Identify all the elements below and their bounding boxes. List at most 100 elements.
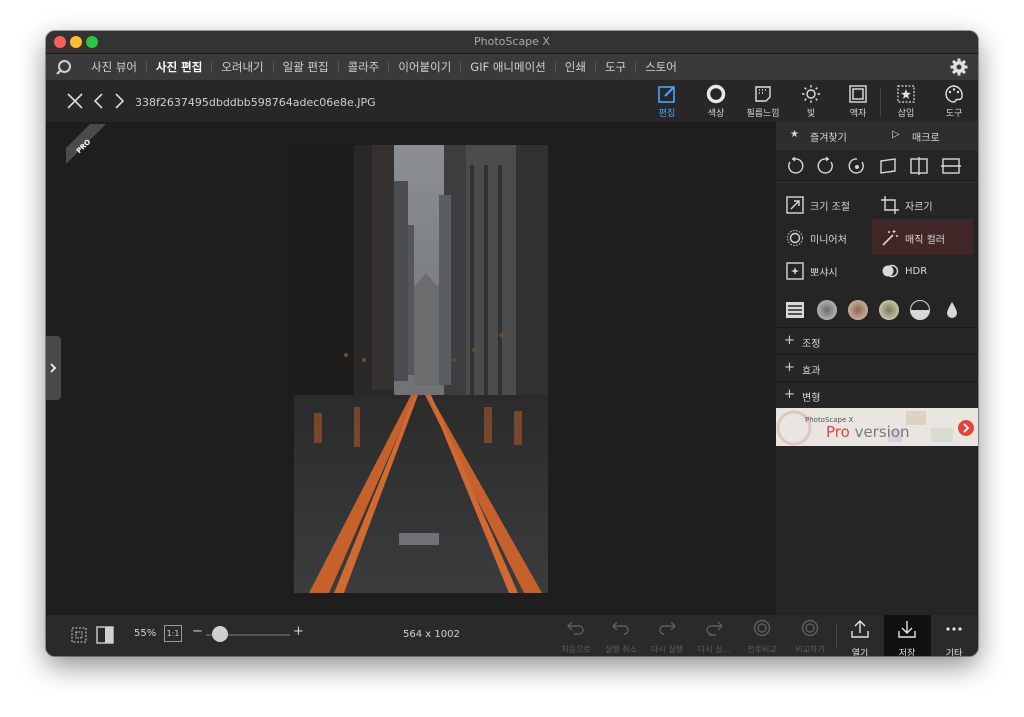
- menu-store[interactable]: 스토어: [635, 61, 686, 73]
- flip-vertical-icon[interactable]: [941, 156, 961, 176]
- open-button[interactable]: 열기: [837, 619, 883, 656]
- editor-toolbar: 338f2637495dbddbb598764adec06e8e.JPG 편집 …: [46, 80, 978, 122]
- macro-button[interactable]: 매크로: [912, 129, 940, 144]
- menu-combine[interactable]: 이어붙이기: [388, 61, 460, 73]
- tab-edit[interactable]: 편집: [646, 84, 688, 119]
- menu-items: 사진 뷰어 사진 편집 오려내기 일괄 편집 콜라주 이어붙이기 GIF 애니메…: [82, 54, 686, 80]
- redo-icon: [659, 621, 676, 635]
- menu-gif-animation[interactable]: GIF 애니메이션: [460, 61, 554, 73]
- bloom-button[interactable]: 뽀샤시: [786, 258, 838, 284]
- redo-all-button[interactable]: 다시 실...: [691, 619, 737, 655]
- crop-label: 자르기: [905, 201, 933, 213]
- hdr-button[interactable]: HDR: [881, 258, 927, 284]
- expand-plus-icon: +: [784, 333, 795, 348]
- resize-button[interactable]: 크기 조절: [786, 192, 850, 218]
- banner-arrow-icon[interactable]: [958, 420, 974, 436]
- hdr-icon: [882, 264, 899, 278]
- miniature-button[interactable]: 미니어처: [786, 225, 847, 251]
- filter-sepia-icon[interactable]: [848, 300, 868, 320]
- tab-frame-label: 액자: [849, 109, 867, 119]
- redo-button[interactable]: 다시 실행: [644, 619, 690, 655]
- crop-icon: [881, 196, 899, 214]
- open-label: 열기: [851, 649, 869, 656]
- filter-half-tone-icon[interactable]: [910, 300, 930, 320]
- menu-tools[interactable]: 도구: [594, 61, 635, 73]
- miniature-icon: [787, 230, 803, 246]
- revert-label: 처음으로: [561, 645, 591, 654]
- before-after-icon: [753, 619, 771, 637]
- favorites-button[interactable]: 즐겨찾기: [810, 129, 847, 144]
- gear-icon[interactable]: [950, 58, 968, 76]
- menu-cut-out[interactable]: 오려내기: [211, 61, 272, 73]
- straighten-icon[interactable]: [878, 156, 898, 176]
- undo-button[interactable]: 실행 취소: [598, 619, 644, 655]
- film-icon: [755, 86, 771, 102]
- section-transform[interactable]: + 변형: [776, 381, 978, 409]
- palette-icon: [945, 85, 963, 103]
- save-label: 저장: [898, 649, 916, 656]
- flip-horizontal-icon[interactable]: [909, 156, 929, 176]
- rotate-right-icon[interactable]: [816, 156, 836, 176]
- section-effects[interactable]: + 효과: [776, 354, 978, 382]
- tab-insert[interactable]: 삽입: [885, 84, 927, 119]
- previous-arrow-icon[interactable]: [90, 92, 108, 110]
- selection-icon[interactable]: [70, 626, 88, 644]
- more-button[interactable]: 기타: [931, 619, 977, 656]
- filter-warm-icon[interactable]: [879, 300, 899, 320]
- zoom-out-button[interactable]: −: [192, 624, 203, 639]
- tab-frame[interactable]: 액자: [837, 84, 879, 119]
- more-dots-icon: [946, 627, 962, 631]
- filter-list-icon[interactable]: [785, 300, 805, 320]
- macro-play-icon[interactable]: ▷: [892, 129, 900, 140]
- title-bar: PhotoScape X: [46, 31, 978, 54]
- sun-icon: [802, 85, 820, 103]
- rotate-left-icon[interactable]: [785, 156, 805, 176]
- tab-light[interactable]: 빛: [790, 84, 832, 119]
- main-menu-bar: 사진 뷰어 사진 편집 오려내기 일괄 편집 콜라주 이어붙이기 GIF 애니메…: [46, 54, 978, 80]
- open-upload-icon: [851, 620, 869, 638]
- file-name: 338f2637495dbddbb598764adec06e8e.JPG: [135, 96, 376, 109]
- tab-tools[interactable]: 도구: [933, 84, 975, 119]
- favorites-star-icon[interactable]: ★: [790, 129, 799, 140]
- zoom-slider-knob[interactable]: [212, 626, 228, 642]
- save-button[interactable]: 저장: [884, 619, 930, 656]
- filter-vignette-icon[interactable]: [817, 300, 837, 320]
- left-panel-toggle[interactable]: [46, 336, 61, 400]
- water-drop-icon[interactable]: [942, 300, 962, 320]
- menu-print[interactable]: 인쇄: [554, 61, 595, 73]
- menu-batch-edit[interactable]: 일괄 편집: [272, 61, 338, 73]
- zoom-in-button[interactable]: +: [293, 624, 304, 639]
- tab-film[interactable]: 필름느낌: [742, 84, 784, 119]
- actual-size-button[interactable]: 1:1: [164, 625, 182, 642]
- tab-color-label: 색상: [707, 109, 725, 119]
- image-canvas[interactable]: PRO: [46, 122, 775, 615]
- color-circle-icon: [706, 84, 726, 104]
- rotate-free-icon[interactable]: [847, 156, 867, 176]
- tab-color[interactable]: 색상: [695, 84, 737, 119]
- banner-title: Pro version: [826, 423, 910, 441]
- more-label: 기타: [945, 649, 963, 656]
- insert-icon: [897, 85, 915, 103]
- revert-button[interactable]: 처음으로: [553, 619, 599, 655]
- zoom-level[interactable]: 55%: [134, 628, 156, 639]
- pro-version-ribbon: PRO: [66, 124, 106, 164]
- favorites-bar: ★ 즐겨찾기 ▷ 매크로: [776, 122, 978, 150]
- transform-icons-row: [776, 150, 978, 183]
- menu-photo-editor[interactable]: 사진 편집: [145, 61, 211, 73]
- expand-plus-icon: +: [784, 360, 795, 375]
- pro-version-banner[interactable]: PhotoScape X Pro version: [776, 408, 978, 446]
- split-view-icon[interactable]: [96, 626, 114, 644]
- before-after-button[interactable]: 전후비교: [739, 619, 785, 655]
- next-arrow-icon[interactable]: [110, 92, 128, 110]
- crop-button[interactable]: 자르기: [881, 192, 933, 218]
- photoscape-logo-icon[interactable]: [56, 59, 72, 75]
- magic-color-button[interactable]: 매직 컬러: [881, 225, 945, 251]
- app-window: PhotoScape X 사진 뷰어 사진 편집 오려내기 일괄 편집 콜라주 …: [46, 31, 978, 656]
- tab-tools-label: 도구: [945, 109, 963, 119]
- close-icon[interactable]: [66, 92, 84, 110]
- section-adjust[interactable]: + 조정: [776, 327, 978, 355]
- compare-button[interactable]: 비교하기: [787, 619, 833, 655]
- menu-collage[interactable]: 콜라주: [337, 61, 389, 73]
- menu-photo-viewer[interactable]: 사진 뷰어: [82, 61, 146, 73]
- hdr-label: HDR: [905, 265, 928, 277]
